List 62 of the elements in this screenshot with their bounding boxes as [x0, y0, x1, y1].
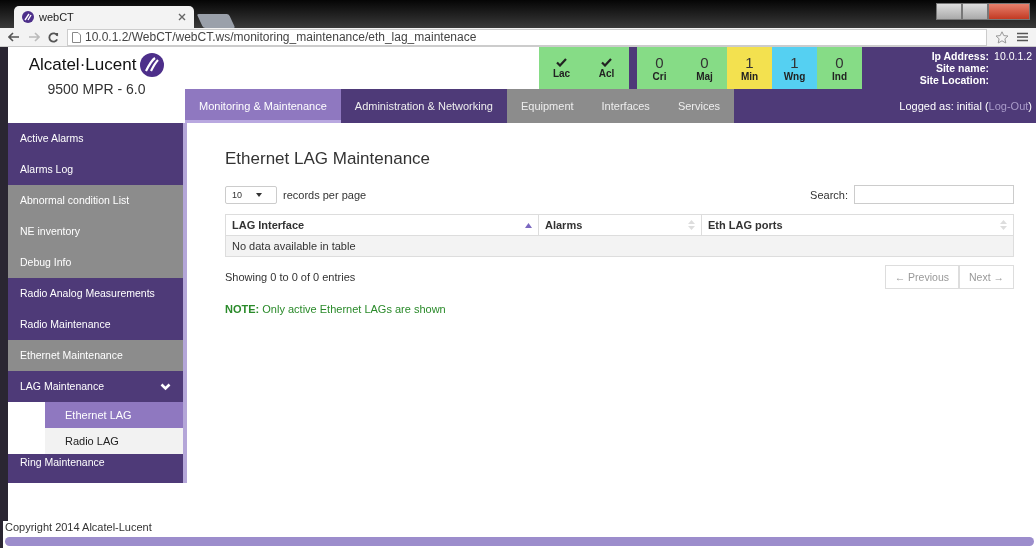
alarm-indicator[interactable]: 0 Maj [682, 47, 727, 89]
dropdown-arrow-icon [256, 192, 262, 197]
sort-ascending-icon [525, 222, 532, 228]
page-size-label: records per page [283, 188, 367, 201]
nav-tab[interactable]: Monitoring & Maintenance [185, 89, 341, 123]
alarm-indicator[interactable]: 0 Ind [817, 47, 862, 89]
sidebar-item[interactable]: Ring Maintenance [8, 454, 183, 483]
new-tab-button[interactable] [196, 14, 236, 28]
chevron-down-icon [160, 382, 171, 391]
sidebar-item[interactable]: Radio Analog Measurements [8, 278, 183, 309]
alarm-indicator[interactable]: 1 Min [727, 47, 772, 89]
back-icon[interactable] [8, 32, 20, 42]
table-info: Showing 0 to 0 of 0 entries [225, 271, 356, 283]
url-text: 10.0.1.2/WebCT/webCT.ws/monitoring_maintenance/eth_lag_maintenace [85, 30, 477, 44]
site-info-value: 10.0.1.2 [994, 50, 1032, 62]
maximize-button[interactable] [962, 3, 988, 20]
search-label: Search: [810, 188, 848, 201]
page-icon [72, 31, 81, 43]
search-field[interactable] [854, 185, 1014, 204]
column-header[interactable]: LAG Interface [225, 214, 539, 236]
column-header[interactable]: Alarms [538, 214, 702, 236]
alarm-indicator[interactable]: 0 Cri [637, 47, 682, 89]
copyright-text: Copyright 2014 Alcatel-Lucent [4, 521, 153, 535]
menu-icon[interactable] [1017, 32, 1028, 42]
site-info-label: Ip Address: [930, 50, 990, 62]
sidebar-item[interactable]: Alarms Log [8, 154, 183, 185]
sidebar-subitem[interactable]: Radio LAG [45, 428, 183, 454]
close-button[interactable] [988, 3, 1030, 20]
check-icon [556, 57, 567, 67]
forward-icon[interactable] [28, 32, 40, 42]
column-header[interactable]: Eth LAG ports [701, 214, 1014, 236]
minimize-button[interactable] [936, 3, 962, 20]
sort-icon [1000, 220, 1007, 230]
logout-link[interactable]: Log-Out [988, 100, 1029, 112]
alarm-indicator[interactable]: Lac [539, 47, 584, 89]
sidebar-subitem[interactable]: Ethernet LAG [45, 402, 183, 428]
reload-icon[interactable] [48, 31, 59, 43]
sidebar-item[interactable]: LAG Maintenance [8, 371, 183, 402]
logo-text: Alcatel·Lucent [28, 55, 137, 75]
product-version: 9500 MPR - 6.0 [47, 81, 146, 97]
check-icon [601, 57, 612, 67]
note-text: NOTE: Only active Ethernet LAGs are shown [225, 303, 447, 315]
tab-title: webCT [39, 11, 74, 23]
sidebar-item[interactable]: Active Alarms [8, 123, 183, 154]
alarm-indicator[interactable]: 1 Wng [772, 47, 817, 89]
horizontal-scrollbar[interactable] [5, 537, 1034, 546]
alarm-indicator[interactable]: Acl [584, 47, 629, 89]
close-icon[interactable] [178, 13, 186, 21]
page-size-select[interactable]: 10 [225, 185, 277, 204]
login-status: Logged as: initial (Log-Out) [899, 100, 1033, 112]
browser-tab[interactable]: webCT [14, 6, 194, 28]
alarm-separator [629, 47, 637, 89]
logo-icon [22, 11, 34, 23]
empty-table-message: No data available in table [225, 235, 1014, 257]
sidebar-item[interactable]: Radio Maintenance [8, 309, 183, 340]
star-icon[interactable] [995, 30, 1009, 44]
sort-icon [688, 220, 695, 230]
site-info-label: Site name: [934, 62, 990, 74]
site-info-label: Site Location: [918, 74, 990, 86]
page-title: Ethernet LAG Maintenance [225, 149, 432, 169]
logo-icon [140, 53, 165, 77]
address-bar[interactable]: 10.0.1.2/WebCT/webCT.ws/monitoring_maintenance/eth_lag_maintenace [67, 28, 987, 46]
